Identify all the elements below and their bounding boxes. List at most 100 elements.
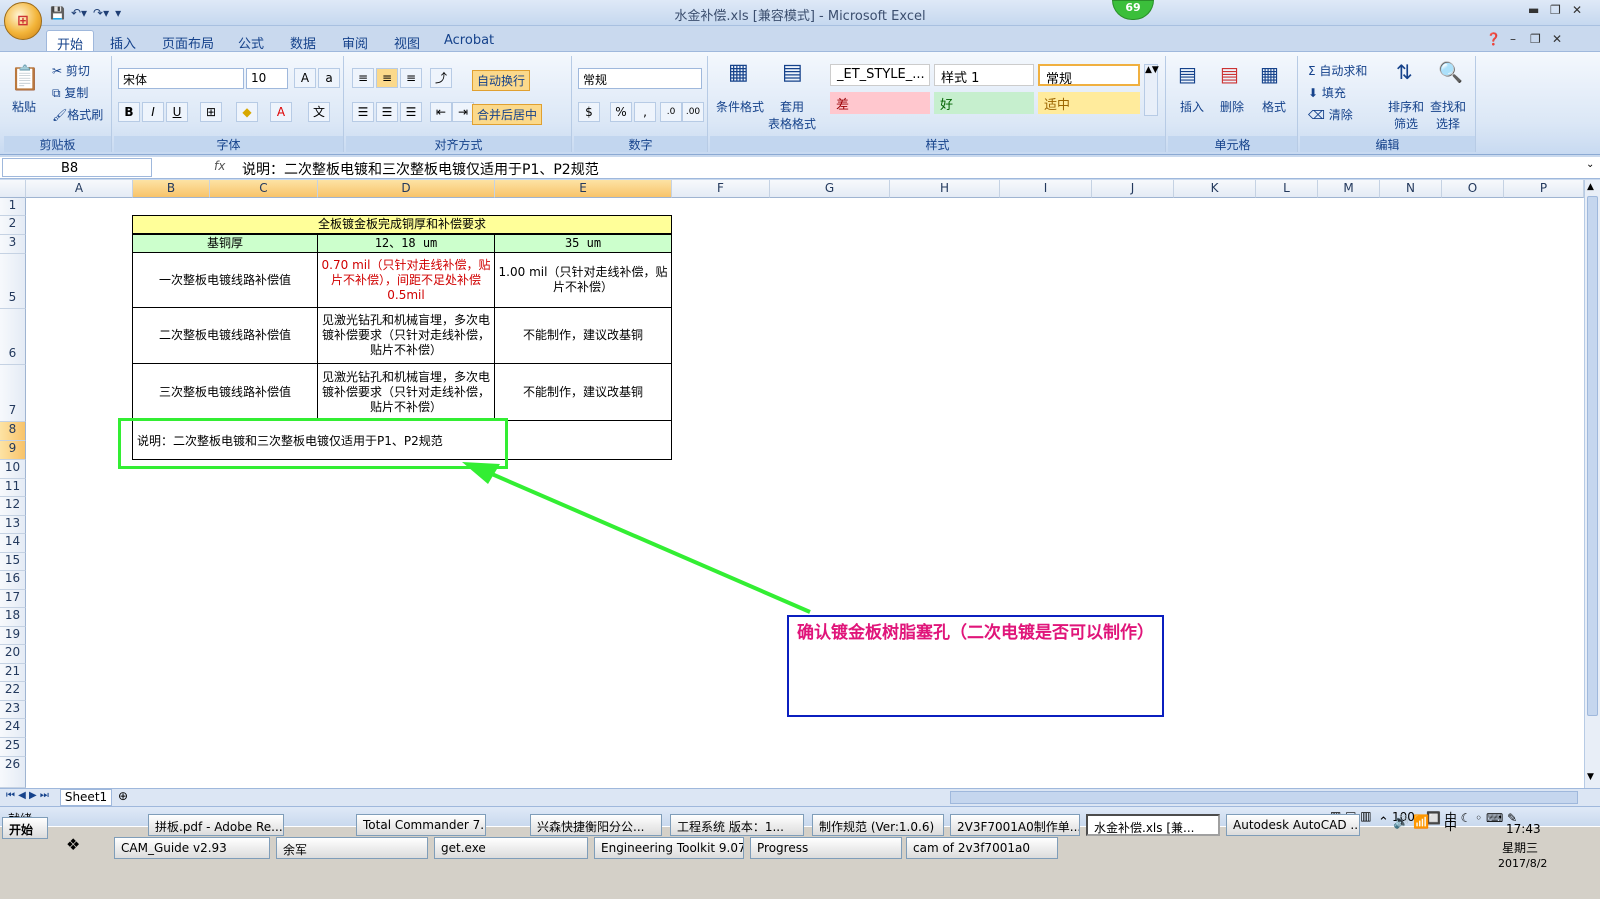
border-icon[interactable]: ⊞: [200, 102, 222, 122]
scroll-down-icon[interactable]: ▼: [1587, 772, 1594, 782]
tab-formulas[interactable]: 公式: [228, 30, 274, 52]
style-et-style[interactable]: _ET_STYLE_...: [830, 64, 930, 86]
align-right-icon[interactable]: ☰: [400, 102, 422, 122]
system-tray-mini-icon[interactable]: 🔲 中 ☾ ◦ ⌨ ✎: [1426, 809, 1517, 826]
delete-cells-icon[interactable]: ▤: [1220, 62, 1239, 86]
office-button[interactable]: ⊞: [4, 2, 42, 40]
underline-icon[interactable]: U: [166, 102, 188, 122]
taskbar-item-active[interactable]: 水金补偿.xls [兼...: [1086, 814, 1220, 836]
sheet-nav-icon[interactable]: ⏮ ◀ ▶ ⏭: [6, 790, 49, 801]
sheet-tab[interactable]: Sheet1: [60, 789, 112, 806]
comma-icon[interactable]: ,: [634, 102, 656, 122]
workbook-restore-icon[interactable]: ❐: [1530, 32, 1541, 46]
align-middle-icon[interactable]: ≡: [376, 68, 398, 88]
align-bottom-icon[interactable]: ≡: [400, 68, 422, 88]
taskbar-item[interactable]: Total Commander 7....: [356, 814, 486, 836]
tab-view[interactable]: 视图: [384, 30, 430, 52]
worksheet-grid[interactable]: A B C D E F G H I J K L M N O P 1 2 3 5 …: [0, 180, 1584, 788]
increase-indent-icon[interactable]: ⇥: [452, 102, 474, 122]
tab-page-layout[interactable]: 页面布局: [152, 30, 224, 52]
vertical-scrollbar[interactable]: ▲ ▼: [1584, 180, 1600, 788]
tab-review[interactable]: 审阅: [332, 30, 378, 52]
clear-button[interactable]: ⌫ 清除: [1308, 106, 1353, 123]
decrease-indent-icon[interactable]: ⇤: [430, 102, 452, 122]
minimize-icon[interactable]: ▬: [1528, 3, 1539, 17]
format-painter-button[interactable]: 🖌格式刷: [52, 106, 103, 123]
orientation-icon[interactable]: ⤴: [430, 68, 452, 88]
decrease-decimal-icon[interactable]: .00: [682, 102, 704, 122]
style-neutral[interactable]: 适中: [1038, 92, 1140, 114]
annotation-textbox[interactable]: 确认镀金板树脂塞孔（二次电镀是否可以制作）: [787, 615, 1164, 717]
binoculars-icon[interactable]: 🔍: [1438, 60, 1463, 84]
delete-cells-button[interactable]: 删除: [1220, 98, 1244, 115]
tab-data[interactable]: 数据: [280, 30, 326, 52]
taskbar-item[interactable]: 2V3F7001A0制作单...: [950, 814, 1080, 836]
align-left-icon[interactable]: ☰: [352, 102, 374, 122]
accounting-icon[interactable]: $: [578, 102, 600, 122]
workbook-close-icon[interactable]: ✕: [1552, 32, 1562, 46]
format-cells-icon[interactable]: ▦: [1260, 62, 1279, 86]
tab-home[interactable]: 开始: [46, 30, 95, 53]
windows-flag-icon[interactable]: ❖: [66, 835, 80, 854]
taskbar-item[interactable]: cam of 2v3f7001a0: [906, 837, 1058, 859]
taskbar-item[interactable]: 兴森快捷衡阳分公...: [530, 814, 662, 836]
insert-sheet-icon[interactable]: ⊕: [118, 789, 128, 803]
scroll-thumb[interactable]: [1587, 196, 1598, 716]
paste-icon[interactable]: 📋: [10, 64, 40, 92]
name-box[interactable]: B8: [2, 158, 152, 177]
align-center-icon[interactable]: ☰: [376, 102, 398, 122]
autosum-button[interactable]: Σ 自动求和: [1308, 62, 1367, 79]
taskbar-item[interactable]: 余军: [276, 837, 428, 859]
cut-button[interactable]: ✂ 剪切: [52, 62, 90, 79]
horizontal-scrollbar[interactable]: [950, 791, 1578, 804]
fill-color-icon[interactable]: ◆: [236, 102, 258, 122]
font-color-icon[interactable]: A: [270, 102, 292, 122]
increase-decimal-icon[interactable]: .0: [660, 102, 682, 122]
scroll-up-icon[interactable]: ▲: [1587, 182, 1594, 192]
phonetic-icon[interactable]: 文: [308, 102, 330, 122]
taskbar-item[interactable]: Engineering Toolkit 9.07...: [594, 837, 744, 859]
number-format-combo[interactable]: 常规: [578, 68, 702, 89]
taskbar-item[interactable]: 制作规范 (Ver:1.0.6): [812, 814, 944, 836]
formula-input[interactable]: 说明：二次整板电镀和三次整板电镀仅适用于P1、P2规范: [242, 159, 599, 179]
taskbar-item[interactable]: 拼板.pdf - Adobe Re...: [148, 814, 284, 836]
tab-insert[interactable]: 插入: [100, 30, 146, 52]
taskbar-item[interactable]: get.exe: [434, 837, 588, 859]
font-name-combo[interactable]: 宋体: [118, 68, 244, 89]
conditional-format-button[interactable]: 条件格式: [716, 98, 764, 115]
align-top-icon[interactable]: ≡: [352, 68, 374, 88]
styles-scroll-icon[interactable]: ▲▼: [1144, 64, 1159, 116]
tab-acrobat[interactable]: Acrobat: [434, 30, 504, 52]
expand-formula-icon[interactable]: ⌄: [1586, 159, 1594, 170]
italic-icon[interactable]: I: [142, 102, 164, 122]
fill-button[interactable]: ⬇ 填充: [1308, 84, 1346, 101]
taskbar-item[interactable]: 工程系统 版本：1...: [670, 814, 804, 836]
fx-icon[interactable]: fx: [214, 159, 225, 173]
font-size-combo[interactable]: 10: [246, 68, 288, 89]
percent-icon[interactable]: %: [610, 102, 632, 122]
tray-icons[interactable]: ⌃ 🔊 📶: [1378, 815, 1430, 830]
table-format-icon[interactable]: ▤: [782, 60, 803, 85]
style-normal[interactable]: 常规: [1038, 64, 1140, 87]
style-style1[interactable]: 样式 1: [934, 64, 1034, 86]
restore-icon[interactable]: ❐: [1550, 3, 1561, 17]
help-icon[interactable]: ❓: [1486, 32, 1501, 46]
sort-filter-icon[interactable]: ⇅: [1396, 60, 1413, 84]
ime-indicator[interactable]: 中: [1444, 815, 1457, 834]
find-select-button[interactable]: 查找和 选择: [1430, 98, 1466, 132]
insert-cells-button[interactable]: 插入: [1180, 98, 1204, 115]
style-bad[interactable]: 差: [830, 92, 930, 114]
bold-icon[interactable]: B: [118, 102, 140, 122]
wrap-text-button[interactable]: 自动换行: [472, 70, 531, 91]
shrink-font-icon[interactable]: a: [318, 68, 340, 88]
sort-filter-button[interactable]: 排序和 筛选: [1388, 98, 1424, 132]
start-button[interactable]: 开始: [2, 817, 48, 839]
style-good[interactable]: 好: [934, 92, 1034, 114]
taskbar-item[interactable]: CAM_Guide v2.93: [114, 837, 270, 859]
insert-cells-icon[interactable]: ▤: [1178, 62, 1197, 86]
clock-time[interactable]: 17:43: [1506, 822, 1541, 836]
grow-font-icon[interactable]: A: [294, 68, 316, 88]
merge-center-button[interactable]: 合并后居中: [472, 104, 543, 125]
format-cells-button[interactable]: 格式: [1262, 98, 1286, 115]
conditional-format-icon[interactable]: ▦: [728, 60, 749, 85]
